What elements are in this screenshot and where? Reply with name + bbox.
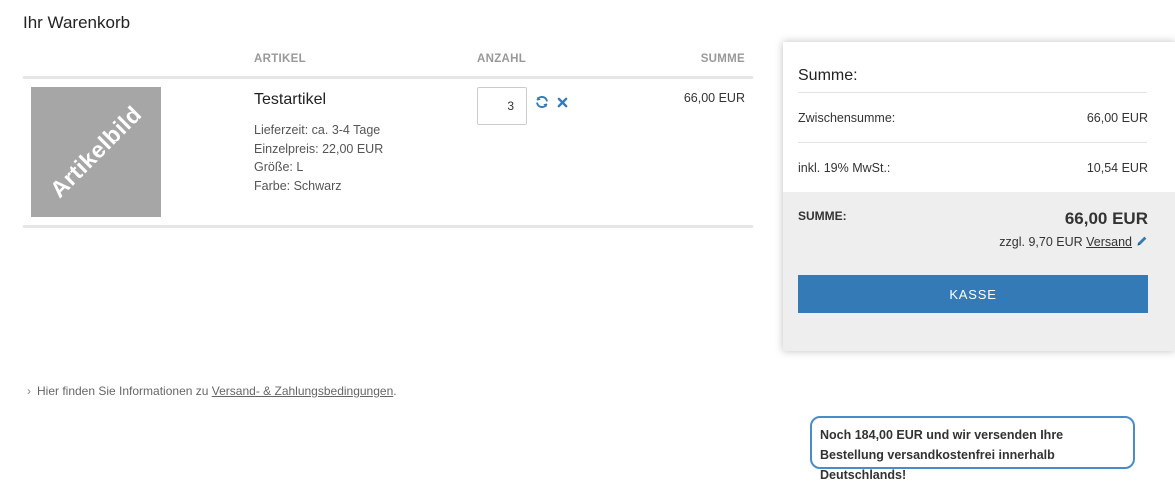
chevron-right-icon: › [27, 384, 31, 398]
refresh-icon[interactable] [535, 95, 549, 109]
summary-title: Summe: [798, 67, 858, 84]
total-box: SUMME: 66,00 EUR zzgl. 9,70 EUR Versand … [783, 192, 1175, 351]
product-name[interactable]: Testartikel [254, 91, 326, 109]
product-color: Farbe: Schwarz [254, 179, 342, 193]
order-summary-panel: Summe: Zwischensumme: 66,00 EUR inkl. 19… [783, 42, 1175, 351]
pencil-icon[interactable] [1136, 235, 1148, 247]
tax-label: inkl. 19% MwSt.: [798, 161, 891, 175]
total-label: SUMME: [798, 209, 847, 223]
shipping-cost-line: zzgl. 9,70 EUR Versand [999, 235, 1148, 249]
table-divider-bottom [23, 225, 753, 228]
checkout-button[interactable]: KASSE [798, 275, 1148, 313]
free-shipping-notice: Noch 184,00 EUR und wir versenden Ihre B… [810, 416, 1135, 482]
summary-divider [798, 142, 1147, 143]
tax-value: 10,54 EUR [1086, 161, 1148, 175]
remove-icon[interactable] [557, 97, 568, 108]
product-delivery-time: Lieferzeit: ca. 3-4 Tage [254, 123, 381, 137]
table-divider-top [23, 76, 753, 79]
product-image-label: Artikelbild [44, 100, 147, 203]
shipping-link[interactable]: Versand [1086, 235, 1132, 249]
subtotal-label: Zwischensumme: [798, 111, 896, 125]
column-header-article: ARTIKEL [254, 53, 306, 65]
subtotal-value: 66,00 EUR [1086, 111, 1148, 125]
line-total: 66,00 EUR [683, 91, 745, 105]
column-header-sum: SUMME [700, 53, 745, 65]
product-size: Größe: L [254, 160, 304, 174]
info-prefix: Hier finden Sie Informationen zu [37, 384, 209, 398]
product-unit-price: Einzelpreis: 22,00 EUR [254, 142, 384, 156]
shipping-terms-link[interactable]: Versand- & Zahlungsbedingungen [212, 384, 393, 398]
column-header-quantity: ANZAHL [477, 53, 527, 65]
quantity-input[interactable] [477, 87, 527, 125]
page-title: Ihr Warenkorb [23, 13, 131, 32]
product-image[interactable]: Artikelbild [31, 87, 161, 217]
summary-divider [798, 92, 1147, 93]
shipping-cost-text: zzgl. 9,70 EUR [999, 235, 1083, 249]
total-value: 66,00 EUR [1064, 209, 1148, 228]
info-suffix: . [393, 384, 397, 398]
shipping-info-line: › Hier finden Sie Informationen zu Versan… [27, 384, 397, 398]
